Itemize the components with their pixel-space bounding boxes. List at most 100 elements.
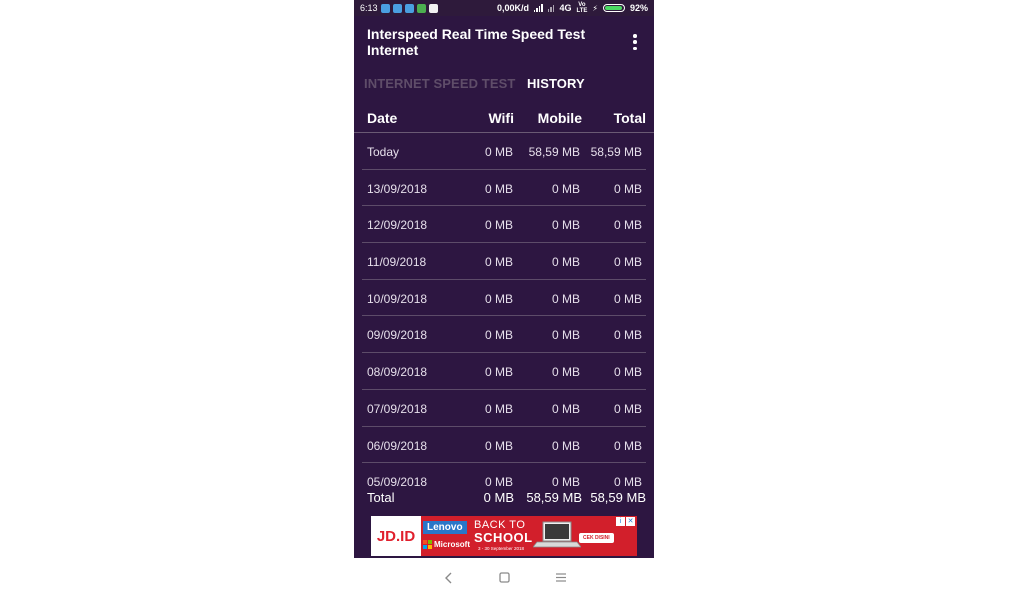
home-icon[interactable]	[499, 572, 510, 583]
menu-icon[interactable]	[555, 572, 567, 583]
table-row: 05/09/2018 0 MB 0 MB 0 MB	[354, 463, 654, 489]
column-header-mobile: Mobile	[537, 110, 582, 126]
cell-mobile: 0 MB	[551, 291, 580, 306]
signal-icon-secondary	[547, 4, 555, 12]
table-row: Today 0 MB 58,59 MB 58,59 MB	[354, 133, 654, 170]
ad-creative: Lenovo Microsoft BACK TO SCHOOL 3 - 30 S…	[421, 516, 637, 556]
cell-mobile: 0 MB	[551, 401, 580, 416]
cell-total: 0 MB	[613, 291, 642, 306]
cell-mobile: 0 MB	[551, 255, 580, 270]
charging-icon: ⚡	[592, 3, 598, 13]
ad-banner[interactable]: JD.ID Lenovo Microsoft BACK TO SCHOOL 3 …	[371, 516, 637, 556]
ad-advertiser-logo: JD.ID	[371, 516, 421, 556]
laptop-icon	[533, 521, 581, 548]
ad-partner: Microsoft	[423, 540, 470, 549]
network-type: 4G	[559, 3, 572, 13]
ad-controls: i ✕	[616, 517, 635, 526]
cell-mobile: 0 MB	[551, 438, 580, 453]
ad-cta-button[interactable]: CEK DISINI	[579, 533, 614, 543]
table-row: 10/09/2018 0 MB 0 MB 0 MB	[354, 280, 654, 317]
status-right: 0,00K/d 4G Vo LTE ⚡ 92%	[497, 2, 648, 14]
close-icon[interactable]: ✕	[626, 517, 635, 526]
table-row: 08/09/2018 0 MB 0 MB 0 MB	[354, 353, 654, 390]
tab-bar: INTERNET SPEED TEST HISTORY	[354, 76, 654, 96]
table-row: 13/09/2018 0 MB 0 MB 0 MB	[354, 170, 654, 207]
total-label: Total	[367, 490, 395, 505]
cell-wifi: 0 MB	[484, 218, 513, 233]
cell-total: 0 MB	[613, 438, 642, 453]
cell-wifi: 0 MB	[484, 328, 513, 343]
table-row: 12/09/2018 0 MB 0 MB 0 MB	[354, 206, 654, 244]
navigation-bar	[354, 558, 654, 600]
cell-total: 0 MB	[613, 401, 642, 416]
cell-date: 05/09/2018	[367, 475, 428, 490]
cell-mobile: 0 MB	[551, 365, 580, 380]
cell-wifi: 0 MB	[484, 475, 513, 490]
info-icon[interactable]: i	[616, 517, 625, 526]
history-list[interactable]: Today 0 MB 58,59 MB 58,59 MB 13/09/2018 …	[354, 133, 654, 489]
notification-icon	[404, 3, 414, 13]
cell-date: 07/09/2018	[367, 401, 428, 416]
app-screen: Interspeed Real Time Speed Test Internet…	[354, 16, 654, 558]
total-total: 58,59 MB	[590, 490, 646, 505]
cell-date: 12/09/2018	[367, 218, 428, 233]
table-header: Date Wifi Mobile Total	[354, 110, 654, 132]
cell-wifi: 0 MB	[484, 401, 513, 416]
cell-date: 13/09/2018	[367, 181, 428, 196]
cell-total: 0 MB	[613, 181, 642, 196]
cell-mobile: 0 MB	[551, 475, 580, 490]
cell-wifi: 0 MB	[484, 181, 513, 196]
total-mobile: 58,59 MB	[526, 490, 582, 505]
cell-date: 08/09/2018	[367, 365, 428, 380]
battery-icon	[602, 4, 625, 12]
tab-history[interactable]: HISTORY	[527, 76, 585, 91]
cell-mobile: 0 MB	[551, 328, 580, 343]
volte-label-bottom: LTE	[576, 8, 588, 14]
cell-total: 0 MB	[613, 365, 642, 380]
cell-date: 09/09/2018	[367, 328, 428, 343]
notification-icon	[428, 3, 438, 13]
back-icon[interactable]	[444, 572, 454, 584]
battery-percent: 92%	[629, 3, 648, 13]
cell-mobile: 0 MB	[551, 218, 580, 233]
total-wifi: 0 MB	[483, 490, 514, 505]
signal-icon	[533, 4, 543, 12]
cell-wifi: 0 MB	[484, 291, 513, 306]
cell-total: 0 MB	[613, 328, 642, 343]
cell-date: 11/09/2018	[367, 255, 427, 270]
ad-date-range: 3 - 30 September 2018	[478, 546, 525, 551]
tab-internet-speed-test[interactable]: INTERNET SPEED TEST	[364, 76, 515, 91]
cell-date: Today	[367, 145, 400, 159]
status-left: 6:13	[360, 3, 438, 13]
cell-total: 0 MB	[613, 255, 642, 270]
ad-partner-name: Microsoft	[434, 540, 470, 549]
overflow-menu-icon[interactable]	[632, 34, 638, 50]
volte-icon: Vo LTE	[576, 2, 587, 14]
ad-brand-logo: Lenovo	[423, 521, 467, 534]
cell-total: 58,59 MB	[590, 145, 642, 159]
notification-icon	[380, 3, 390, 13]
table-row: 06/09/2018 0 MB 0 MB 0 MB	[354, 427, 654, 464]
column-header-date: Date	[367, 110, 398, 126]
status-bar: 6:13 0,00K/d 4G Vo LTE ⚡ 92%	[354, 0, 654, 16]
notification-icon	[392, 3, 402, 13]
cell-total: 0 MB	[613, 218, 642, 233]
cell-mobile: 0 MB	[551, 181, 580, 196]
column-header-wifi: Wifi	[488, 110, 514, 126]
cell-date: 06/09/2018	[367, 438, 428, 453]
microsoft-logo-icon	[423, 540, 432, 549]
cell-wifi: 0 MB	[484, 145, 513, 159]
phone-screen: 6:13 0,00K/d 4G Vo LTE ⚡ 92% Interspeed …	[354, 0, 654, 600]
cell-total: 0 MB	[613, 475, 642, 490]
cell-wifi: 0 MB	[484, 438, 513, 453]
ad-headline-bottom: SCHOOL	[474, 530, 533, 545]
cell-mobile: 58,59 MB	[528, 145, 580, 159]
cell-wifi: 0 MB	[484, 255, 513, 270]
table-row: 09/09/2018 0 MB 0 MB 0 MB	[354, 316, 654, 354]
table-row: 11/09/2018 0 MB 0 MB 0 MB	[354, 243, 654, 280]
table-row: 07/09/2018 0 MB 0 MB 0 MB	[354, 390, 654, 427]
status-time: 6:13	[360, 3, 378, 13]
column-header-total: Total	[613, 110, 646, 126]
app-title: Interspeed Real Time Speed Test Internet	[367, 26, 586, 58]
cell-wifi: 0 MB	[484, 365, 513, 380]
